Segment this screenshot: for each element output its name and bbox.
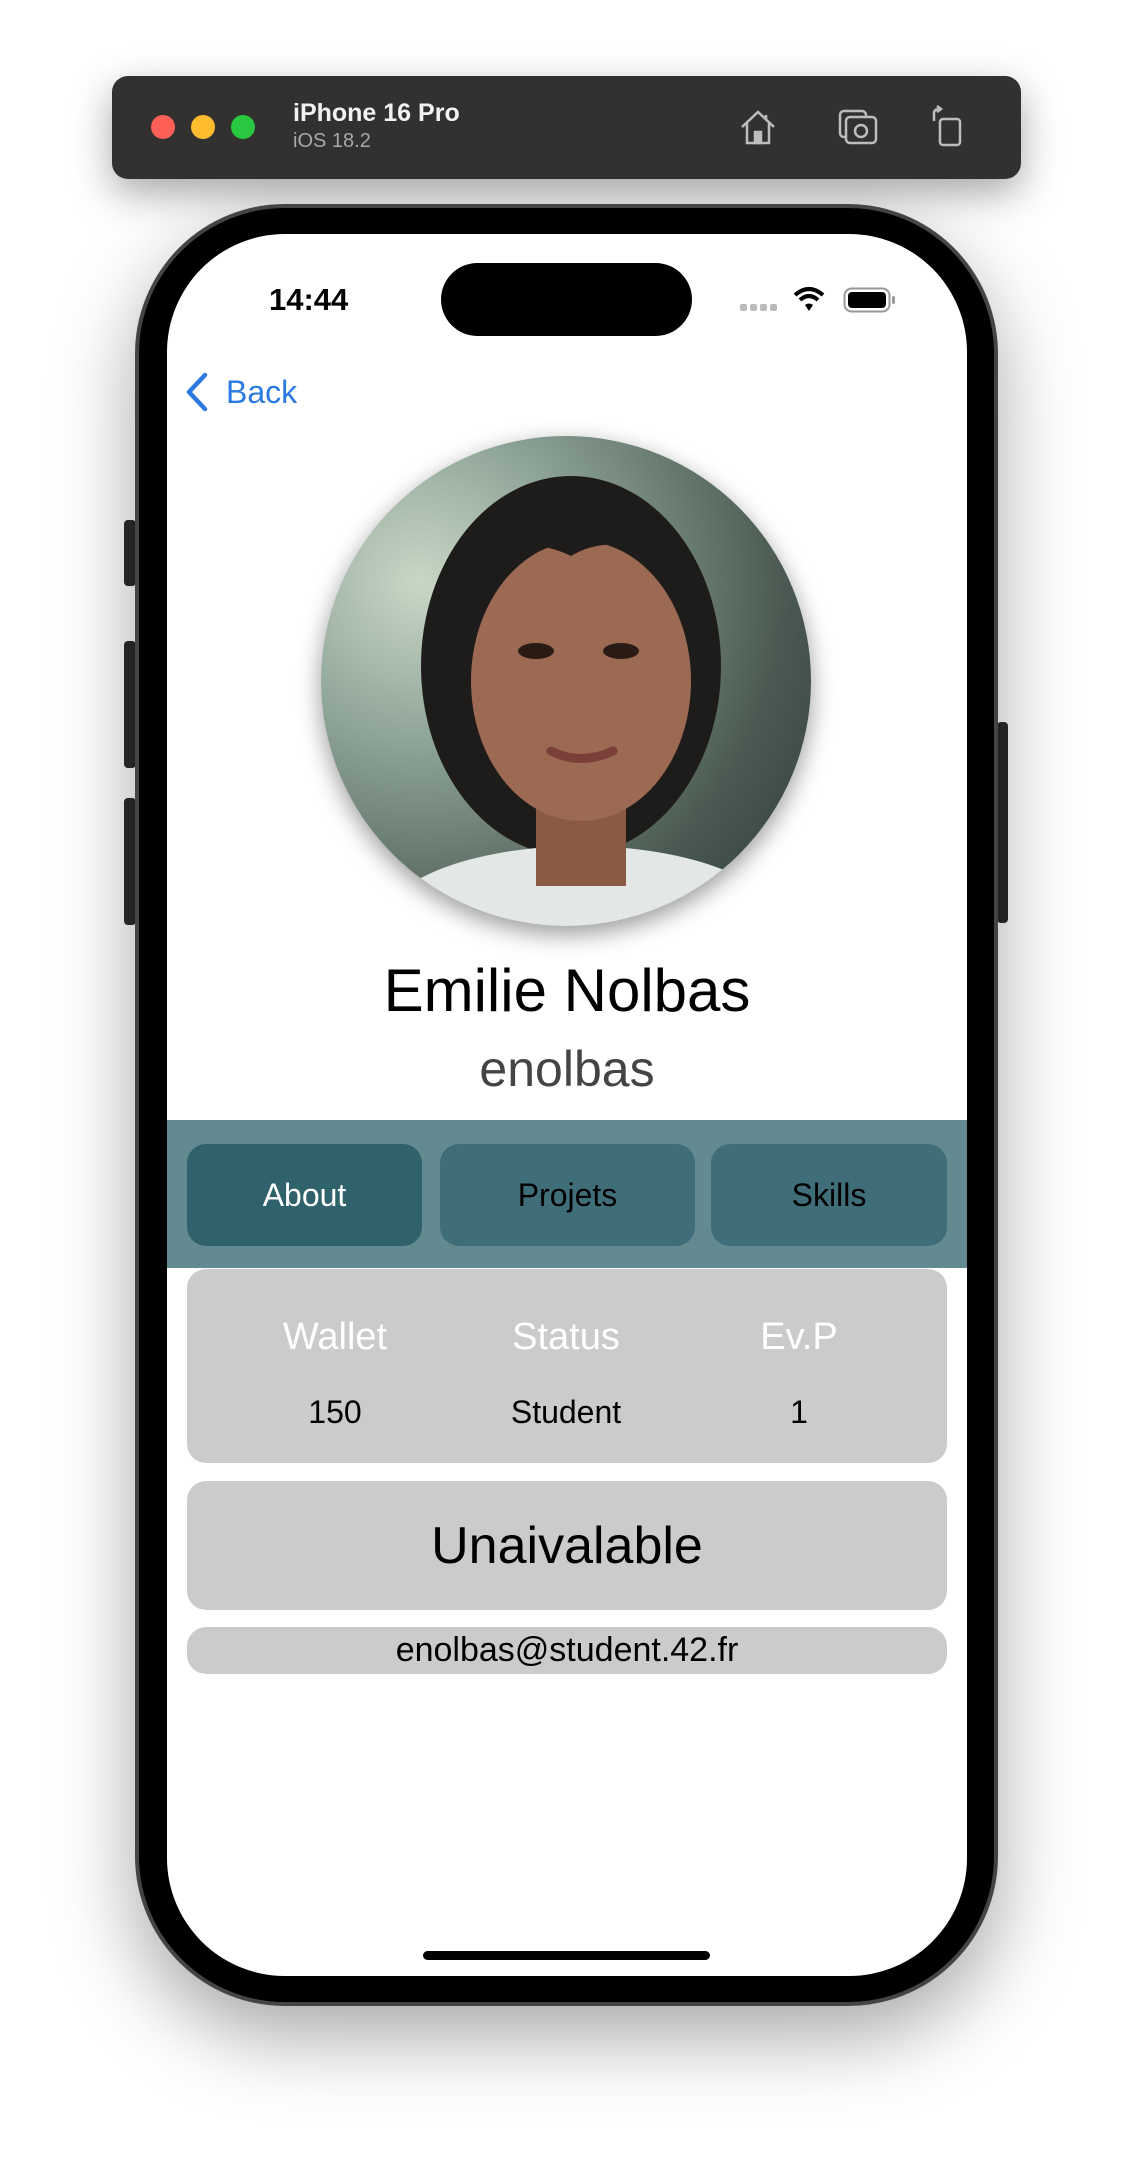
- zoom-window-button[interactable]: [231, 115, 255, 139]
- wifi-icon: [793, 285, 825, 318]
- home-icon[interactable]: [736, 105, 780, 149]
- screenshot-icon[interactable]: [836, 105, 880, 149]
- tab-about[interactable]: About: [187, 1144, 422, 1246]
- stat-value-wallet: 150: [308, 1394, 362, 1430]
- device-name: iPhone 16 Pro: [293, 99, 460, 127]
- stat-header-wallet: Wallet: [282, 1316, 388, 1358]
- minimize-window-button[interactable]: [191, 115, 215, 139]
- stat-header-status: Status: [512, 1316, 620, 1358]
- cellular-signal-icon: [740, 300, 782, 318]
- dynamic-island: [441, 263, 692, 336]
- profile-avatar: [321, 436, 811, 926]
- home-indicator[interactable]: [423, 1951, 710, 1960]
- email-card: enolbas@student.42.fr: [187, 1627, 947, 1674]
- chevron-left-icon: [186, 372, 208, 412]
- rotate-icon[interactable]: [926, 105, 970, 149]
- close-window-button[interactable]: [151, 115, 175, 139]
- stat-value-evp: 1: [790, 1394, 808, 1430]
- status-time: 14:44: [269, 282, 349, 317]
- stat-header-evp: Ev.P: [760, 1316, 838, 1358]
- back-button[interactable]: Back: [184, 370, 297, 414]
- profile-full-name: Emilie Nolbas: [383, 957, 751, 1024]
- availability-card: Unaivalable: [187, 1481, 947, 1610]
- os-version: iOS 18.2: [293, 130, 371, 152]
- power-button: [997, 722, 1008, 923]
- profile-login: enolbas: [479, 1041, 655, 1097]
- tab-skills[interactable]: Skills: [711, 1144, 947, 1246]
- stat-value-status: Student: [510, 1394, 622, 1430]
- stats-card: [187, 1269, 947, 1463]
- tab-projets[interactable]: Projets: [440, 1144, 695, 1246]
- battery-icon: [843, 287, 897, 318]
- back-label: Back: [226, 373, 298, 410]
